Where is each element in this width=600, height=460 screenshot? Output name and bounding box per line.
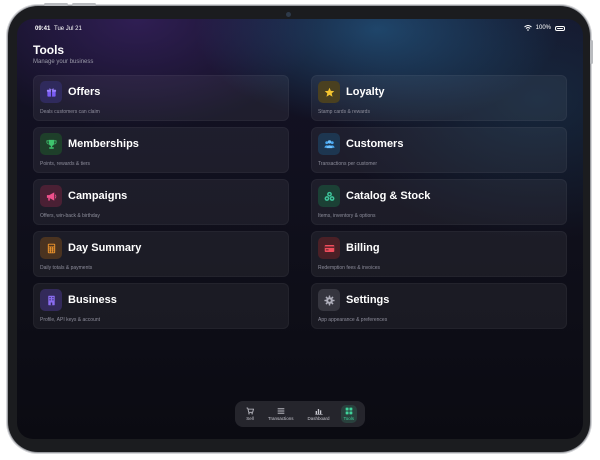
tile-description: Items, inventory & options: [318, 213, 376, 219]
status-right: 100%: [523, 25, 565, 31]
tool-tile-business[interactable]: Business Profile, API keys & account: [33, 283, 289, 329]
power-button: [590, 40, 593, 64]
page-title: Tools: [33, 43, 65, 57]
tool-tile-billing[interactable]: Billing Redemption fees & invoices: [311, 231, 567, 277]
boxes-icon: [324, 191, 334, 201]
tab-tools[interactable]: Tools: [340, 405, 358, 423]
tab-label: Sell: [246, 416, 254, 421]
megaphone-icon: [46, 191, 56, 201]
list-icon: [277, 408, 285, 414]
tab-sell[interactable]: Sell: [243, 405, 257, 423]
battery-icon: [555, 25, 565, 31]
tab-transactions[interactable]: Transactions: [265, 405, 297, 423]
tab-label: Dashboard: [307, 416, 330, 421]
battery-percent: 100%: [535, 25, 551, 31]
gift-icon: [46, 87, 56, 97]
tool-tile-loyalty[interactable]: Loyalty Stamp cards & rewards: [311, 75, 567, 121]
tile-icon-bg: [318, 289, 340, 311]
tile-label: Billing: [346, 242, 380, 254]
tile-icon-bg: [318, 237, 340, 259]
tile-label: Offers: [68, 86, 101, 98]
grid-icon: [345, 407, 353, 415]
tile-description: Transactions per customer: [318, 161, 378, 167]
tool-tile-catalog-stock[interactable]: Catalog & Stock Items, inventory & optio…: [311, 179, 567, 225]
tile-icon-bg: [40, 81, 62, 103]
tab-bar: Sell Transactions Dashboard Tools: [235, 401, 365, 427]
status-bar: 09:41 Tue Jul 21 100%: [17, 19, 583, 37]
tile-icon-bg: [318, 185, 340, 207]
trophy-icon: [46, 139, 56, 149]
tool-tile-settings[interactable]: Settings App appearance & preferences: [311, 283, 567, 329]
tile-description: Daily totals & payments: [40, 265, 93, 271]
volume-button: [72, 3, 96, 6]
tile-description: Points, rewards & tiers: [40, 161, 91, 167]
tab-label: Transactions: [267, 416, 294, 421]
page-subtitle: Manage your business: [33, 59, 94, 65]
tools-grid: Offers Deals customers can claim Loyalty…: [33, 75, 567, 329]
tool-tile-campaigns[interactable]: Campaigns Offers, win-back & birthday: [33, 179, 289, 225]
tool-tile-memberships[interactable]: Memberships Points, rewards & tiers: [33, 127, 289, 173]
tile-label: Loyalty: [346, 86, 385, 98]
wifi-icon: [523, 25, 532, 31]
tile-description: App appearance & preferences: [318, 317, 388, 323]
card-icon: [324, 244, 334, 252]
star-icon: [324, 87, 334, 97]
tile-label: Day Summary: [68, 242, 142, 254]
cart-icon: [246, 407, 254, 415]
calculator-icon: [47, 243, 55, 253]
building-icon: [47, 295, 55, 305]
chart-icon: [314, 409, 323, 415]
tile-icon-bg: [40, 289, 62, 311]
tile-description: Offers, win-back & birthday: [40, 213, 100, 219]
tile-label: Settings: [346, 294, 390, 306]
tile-label: Campaigns: [68, 190, 128, 202]
status-time: 09:41: [35, 26, 51, 32]
screen: 09:41 Tue Jul 21 100% Tools Manage your …: [17, 19, 583, 439]
tile-icon-bg: [40, 185, 62, 207]
tile-description: Deals customers can claim: [40, 109, 100, 115]
tile-description: Stamp cards & rewards: [318, 109, 370, 115]
status-date: Tue Jul 21: [54, 26, 82, 32]
volume-button: [44, 3, 68, 6]
tab-dashboard[interactable]: Dashboard: [305, 405, 333, 423]
tile-icon-bg: [318, 81, 340, 103]
front-camera: [286, 12, 291, 17]
gear-icon: [323, 294, 335, 306]
tile-icon-bg: [40, 133, 62, 155]
tile-icon-bg: [318, 133, 340, 155]
tile-label: Memberships: [68, 138, 139, 150]
people-icon: [323, 139, 335, 148]
tile-label: Business: [68, 294, 117, 306]
tile-icon-bg: [40, 237, 62, 259]
tool-tile-customers[interactable]: Customers Transactions per customer: [311, 127, 567, 173]
tile-description: Profile, API keys & account: [40, 317, 101, 323]
tool-tile-offers[interactable]: Offers Deals customers can claim: [33, 75, 289, 121]
tile-label: Customers: [346, 138, 404, 150]
tab-label: Tools: [343, 416, 355, 421]
tile-description: Redemption fees & invoices: [318, 265, 380, 271]
tool-tile-day-summary[interactable]: Day Summary Daily totals & payments: [33, 231, 289, 277]
tile-label: Catalog & Stock: [346, 190, 431, 202]
